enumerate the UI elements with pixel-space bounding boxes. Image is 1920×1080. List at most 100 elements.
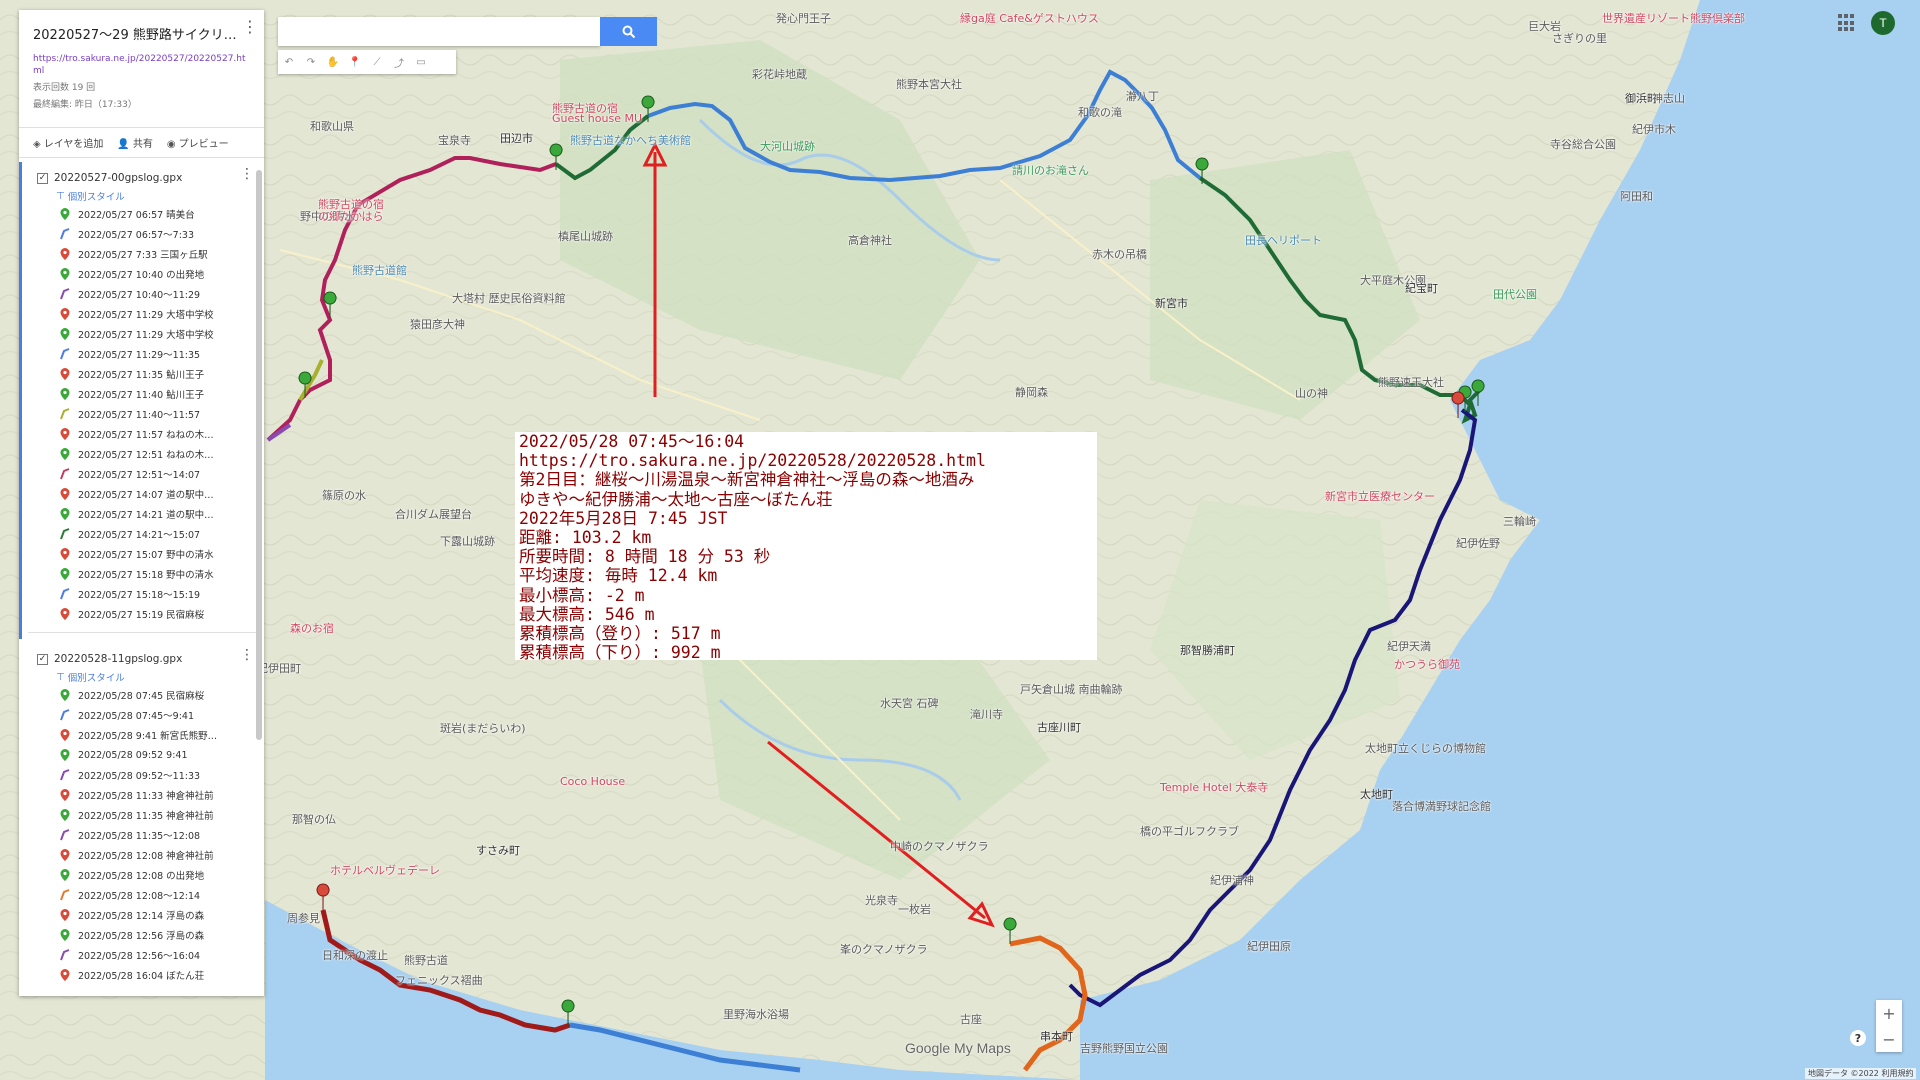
map-place-label[interactable]: 宝泉寺 <box>438 132 471 148</box>
layer-visibility-checkbox[interactable]: ✓ <box>37 172 48 184</box>
layer-item-marker[interactable]: 2022/05/28 9:41 新宮氏熊野… <box>22 725 264 745</box>
map-description-link[interactable]: https://tro.sakura.ne.jp/20220527/202205… <box>33 53 248 77</box>
layer-style-link[interactable]: ⊤ 個別スタイル <box>22 188 264 204</box>
layer-item-route[interactable]: 2022/05/27 15:18～15:19 <box>22 584 264 604</box>
map-place-label[interactable]: 和歌の滝 <box>1078 104 1122 120</box>
map-place-label[interactable]: ホテルベルヴェデーレ <box>330 862 440 878</box>
layer-item-route[interactable]: 2022/05/27 12:51～14:07 <box>22 464 264 484</box>
map-place-label[interactable]: 篠原の水 <box>322 487 366 503</box>
layer-item-marker[interactable]: 2022/05/27 06:57 晴美台 <box>22 204 264 224</box>
layer-item-marker[interactable]: 2022/05/28 16:04 ぼたん荘 <box>22 965 264 985</box>
layer-item-route[interactable]: 2022/05/27 06:57～7:33 <box>22 224 264 244</box>
map-place-label[interactable]: の郷たかはら <box>318 208 384 224</box>
help-icon[interactable]: ? <box>1850 1030 1866 1046</box>
map-place-label[interactable]: 新宮市 <box>1155 295 1188 311</box>
map-place-label[interactable]: 三輪崎 <box>1503 513 1536 529</box>
map-place-label[interactable]: 紀宝町 <box>1405 280 1438 296</box>
map-place-label[interactable]: 周参見 <box>287 910 320 926</box>
map-place-label[interactable]: 古座川町 <box>1037 719 1081 735</box>
map-place-label[interactable]: 田代公園 <box>1493 286 1537 302</box>
more-options-icon[interactable]: ⋮ <box>242 19 258 35</box>
layer-item-marker[interactable]: 2022/05/27 15:18 野中の清水 <box>22 564 264 584</box>
zoom-in-button[interactable]: + <box>1876 1000 1902 1026</box>
map-place-label[interactable]: 静岡森 <box>1015 384 1048 400</box>
map-place-label[interactable]: 熊野古道なかへち美術館 <box>570 132 691 148</box>
map-place-label[interactable]: 合川ダム展望台 <box>395 506 472 522</box>
map-place-label[interactable]: 滝川寺 <box>970 706 1003 722</box>
map-place-label[interactable]: 一枚岩 <box>898 901 931 917</box>
map-place-label[interactable]: かつうら御苑 <box>1394 656 1460 672</box>
map-place-label[interactable]: 発心門王子 <box>776 10 831 26</box>
map-place-label[interactable]: 橋の平ゴルフクラブ <box>1140 823 1239 839</box>
search-button[interactable] <box>600 17 657 46</box>
map-place-label[interactable]: 田辺市 <box>500 130 533 146</box>
add-layer-button[interactable]: ◈ レイヤを追加 <box>33 135 103 150</box>
map-place-label[interactable]: 高倉神社 <box>848 232 892 248</box>
panel-scrollbar[interactable] <box>256 170 262 740</box>
layer-item-marker[interactable]: 2022/05/28 09:52 9:41 <box>22 745 264 765</box>
map-place-label[interactable]: 紀伊天満 <box>1387 638 1431 654</box>
map-place-label[interactable]: 峯のクマノザクラ <box>840 941 928 957</box>
layer-item-marker[interactable]: 2022/05/28 12:08 の出発地 <box>22 865 264 885</box>
layer-item-marker[interactable]: 2022/05/28 12:08 神倉神社前 <box>22 845 264 865</box>
map-place-label[interactable]: Guest house MU <box>552 112 642 125</box>
map-place-label[interactable]: 大塔村 歴史民俗資料館 <box>452 290 566 306</box>
layer-item-route[interactable]: 2022/05/28 07:45～9:41 <box>22 705 264 725</box>
layer-item-route[interactable]: 2022/05/27 11:40～11:57 <box>22 404 264 424</box>
map-place-label[interactable]: 寺谷総合公園 <box>1550 136 1616 152</box>
map-place-label[interactable]: 那智勝浦町 <box>1180 642 1235 658</box>
map-place-label[interactable]: 落合博満野球記念館 <box>1392 798 1491 814</box>
layer-item-marker[interactable]: 2022/05/28 11:33 神倉神社前 <box>22 785 264 805</box>
map-place-label[interactable]: 赤木の吊橋 <box>1092 246 1147 262</box>
map-place-label[interactable]: フェニックス褶曲 <box>395 972 483 988</box>
layer-item-route[interactable]: 2022/05/27 11:29～11:35 <box>22 344 264 364</box>
layer-item-marker[interactable]: 2022/05/28 12:56 浮島の森 <box>22 925 264 945</box>
zoom-out-button[interactable]: − <box>1876 1026 1902 1052</box>
map-place-label[interactable]: さぎりの里 <box>1552 30 1607 46</box>
map-place-label[interactable]: 請川のお滝さん <box>1012 162 1089 178</box>
preview-button[interactable]: ◉ プレビュー <box>167 135 229 150</box>
map-place-label[interactable]: 紀伊浦神 <box>1210 872 1254 888</box>
layer-item-marker[interactable]: 2022/05/27 14:21 道の駅中… <box>22 504 264 524</box>
map-place-label[interactable]: 紀伊佐野 <box>1456 535 1500 551</box>
map-attribution[interactable]: 地図データ ©2022 利用規約 <box>1805 1068 1917 1079</box>
map-place-label[interactable]: 日和深の渡止 <box>322 947 388 963</box>
layer-item-route[interactable]: 2022/05/28 09:52～11:33 <box>22 765 264 785</box>
map-place-label[interactable]: 猿田彦大神 <box>410 316 465 332</box>
layer-item-route[interactable]: 2022/05/28 11:35～12:08 <box>22 825 264 845</box>
layer-name[interactable]: 20220527-00gpslog.gpx <box>54 172 182 184</box>
map-place-label[interactable]: 阿田和 <box>1620 188 1653 204</box>
map-place-label[interactable]: 世界遺産リゾート熊野倶楽部 <box>1602 10 1745 26</box>
map-place-label[interactable]: 下露山城跡 <box>440 533 495 549</box>
map-place-label[interactable]: 槙尾山城跡 <box>558 228 613 244</box>
map-place-label[interactable]: 吉野熊野国立公園 <box>1080 1040 1168 1056</box>
layer-item-route[interactable]: 2022/05/27 14:21～15:07 <box>22 524 264 544</box>
layer-visibility-checkbox[interactable]: ✓ <box>37 653 48 665</box>
map-place-label[interactable]: 森のお宿 <box>290 620 334 636</box>
map-place-label[interactable]: 熊野古道 <box>404 952 448 968</box>
layer-item-marker[interactable]: 2022/05/28 11:35 神倉神社前 <box>22 805 264 825</box>
measure-icon[interactable]: ▭ <box>410 50 432 74</box>
layer-name[interactable]: 20220528-11gpslog.gpx <box>54 653 182 665</box>
map-place-label[interactable]: 新宮市立医療センター <box>1325 488 1435 504</box>
map-place-label[interactable]: 斑岩(まだらいわ) <box>440 720 526 736</box>
info-line[interactable]: https://tro.sakura.ne.jp/20220528/202205… <box>519 451 1097 470</box>
layer-options-icon[interactable]: ⋮ <box>240 167 254 181</box>
layer-item-route[interactable]: 2022/05/28 12:56～16:04 <box>22 945 264 965</box>
layer-item-marker[interactable]: 2022/05/28 12:14 浮島の森 <box>22 905 264 925</box>
draw-line-icon[interactable]: ⟋ <box>366 50 388 74</box>
layer-item-marker[interactable]: 2022/05/27 11:29 大塔中学校 <box>22 304 264 324</box>
layer-item-route[interactable]: 2022/05/28 12:08～12:14 <box>22 885 264 905</box>
map-place-label[interactable]: 熊野古道館 <box>352 262 407 278</box>
layer-item-marker[interactable]: 2022/05/27 15:19 民宿麻桜 <box>22 604 264 624</box>
map-place-label[interactable]: 那智の仏 <box>292 811 336 827</box>
apps-grid-icon[interactable] <box>1838 14 1856 32</box>
account-avatar[interactable]: T <box>1871 11 1895 35</box>
map-place-label[interactable]: 太地町立くじらの博物館 <box>1365 740 1486 756</box>
map-place-label[interactable]: Temple Hotel 大泰寺 <box>1160 779 1268 795</box>
map-place-label[interactable]: 紀伊市木 <box>1632 121 1676 137</box>
layer-item-marker[interactable]: 2022/05/27 12:51 ねねの木… <box>22 444 264 464</box>
layer-style-link[interactable]: ⊤ 個別スタイル <box>22 669 264 685</box>
layer-item-marker[interactable]: 2022/05/28 07:45 民宿麻桜 <box>22 685 264 705</box>
layer-item-marker[interactable]: 2022/05/27 10:40 の出発地 <box>22 264 264 284</box>
